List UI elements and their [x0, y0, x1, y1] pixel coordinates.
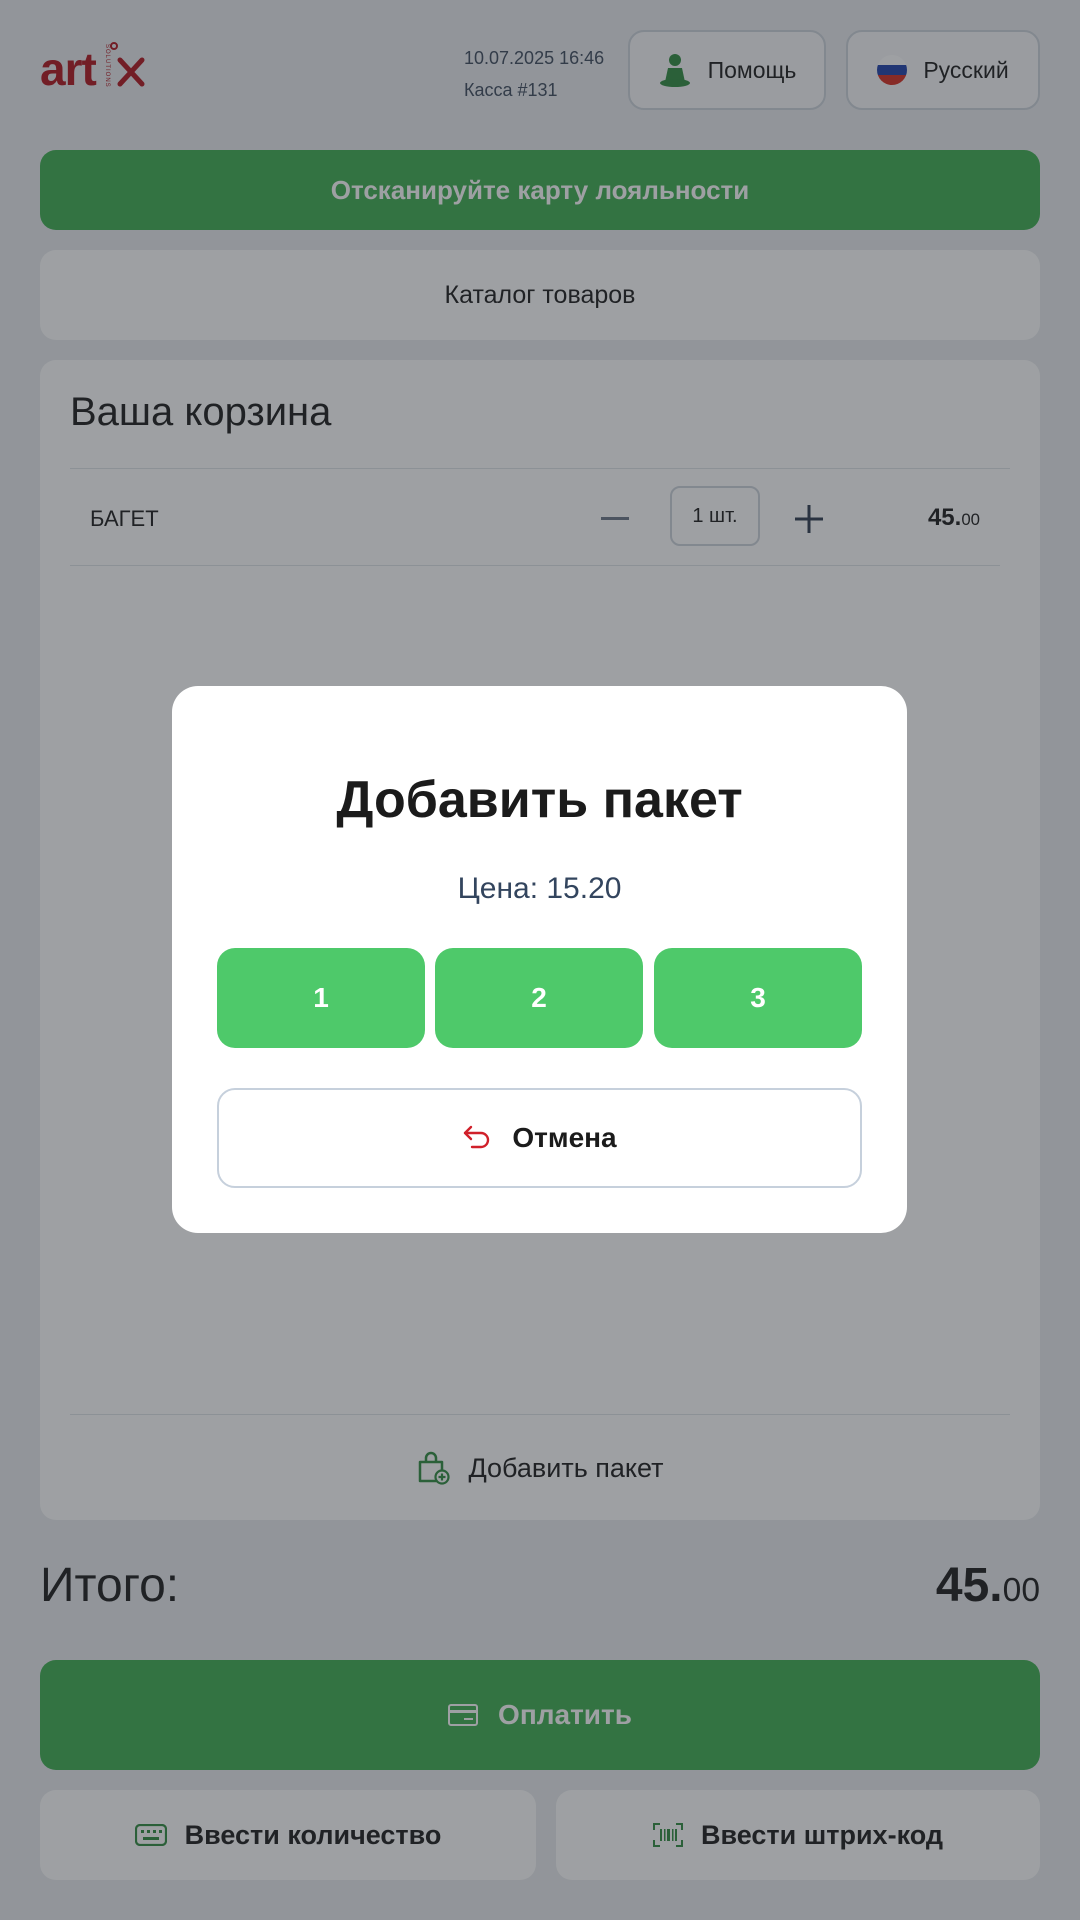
undo-arrow-icon — [464, 1125, 490, 1149]
bag-count-option-1[interactable]: 1 — [217, 948, 425, 1048]
cancel-button[interactable]: Отмена — [217, 1088, 862, 1188]
bag-count-option-3[interactable]: 3 — [654, 948, 862, 1048]
cancel-label: Отмена — [512, 1122, 617, 1153]
bag-count-option-2[interactable]: 2 — [435, 948, 643, 1048]
bag-price: Цена: 15.20 — [457, 872, 622, 905]
dialog-title: Добавить пакет — [336, 771, 743, 829]
add-bag-dialog: Добавить пакет Цена: 15.20 1 2 3 Отмена — [172, 686, 907, 1233]
